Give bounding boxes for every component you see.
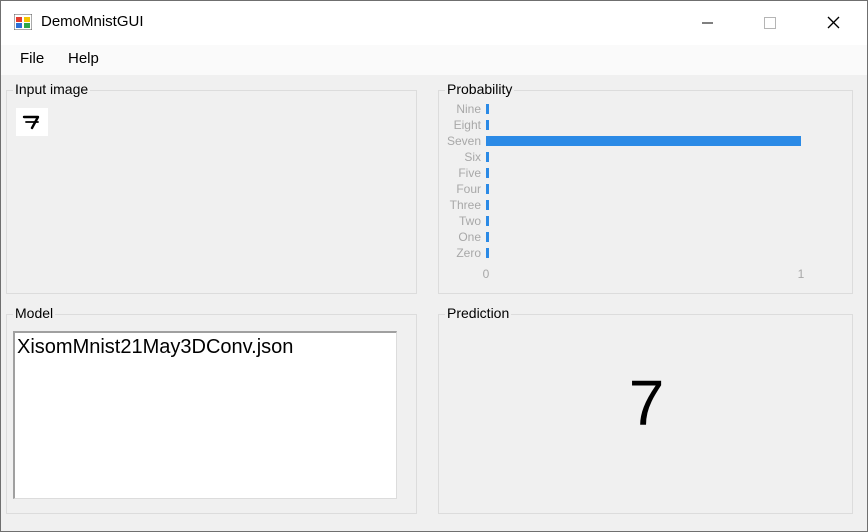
window-title: DemoMnistGUI [41, 13, 144, 30]
bar-four [486, 184, 489, 194]
category-label-six: Six [464, 150, 481, 164]
maximize-icon [764, 17, 776, 29]
x-tick-label-1: 1 [798, 267, 805, 281]
app-window: DemoMnistGUI File Help Input image Proba… [0, 0, 868, 532]
bar-eight [486, 120, 489, 130]
bar-six [486, 152, 489, 162]
category-label-five: Five [458, 166, 481, 180]
category-label-eight: Eight [454, 118, 482, 132]
probability-group: Probability Nine Eight Seven Six Five Four Thr… [438, 81, 853, 294]
model-text-box[interactable]: XisomMnist21May3DConv.json [13, 331, 397, 499]
x-tick-label-0: 0 [483, 267, 490, 281]
probability-chart: Nine Eight Seven Six Five Four Three Two One Zero… [447, 102, 805, 281]
input-image-title: Input image [13, 81, 91, 97]
category-label-two: Two [459, 214, 481, 228]
model-filename: XisomMnist21May3DConv.json [17, 336, 294, 358]
category-label-zero: Zero [456, 246, 481, 260]
minimize-button[interactable] [676, 1, 738, 45]
bar-zero [486, 248, 489, 258]
model-title: Model [13, 305, 56, 321]
bar-two [486, 216, 489, 226]
close-button[interactable] [801, 1, 863, 45]
category-label-seven: Seven [447, 134, 481, 148]
menu-help[interactable]: Help [66, 50, 101, 68]
prediction-group: Prediction 7 [438, 305, 853, 514]
menu-file[interactable]: File [18, 50, 46, 68]
category-label-nine: Nine [456, 102, 481, 116]
input-image-group: Input image [6, 81, 417, 294]
input-image [16, 108, 48, 136]
prediction-title: Prediction [445, 305, 512, 321]
category-label-four: Four [456, 182, 481, 196]
category-label-one: One [458, 230, 481, 244]
bar-nine [486, 104, 489, 114]
category-label-three: Three [450, 198, 482, 212]
digit-seven-image [22, 115, 40, 130]
bar-seven [486, 136, 801, 146]
bar-five [486, 168, 489, 178]
title-bar[interactable]: DemoMnistGUI [1, 1, 867, 45]
app-window-icon [14, 14, 32, 30]
menu-bar: File Help [1, 45, 867, 75]
maximize-button[interactable] [738, 1, 800, 45]
model-group: Model XisomMnist21May3DConv.json [6, 305, 417, 514]
minimize-icon [702, 22, 713, 24]
close-icon [827, 16, 840, 29]
prediction-value: 7 [628, 367, 665, 439]
bar-one [486, 232, 489, 242]
bar-three [486, 200, 489, 210]
